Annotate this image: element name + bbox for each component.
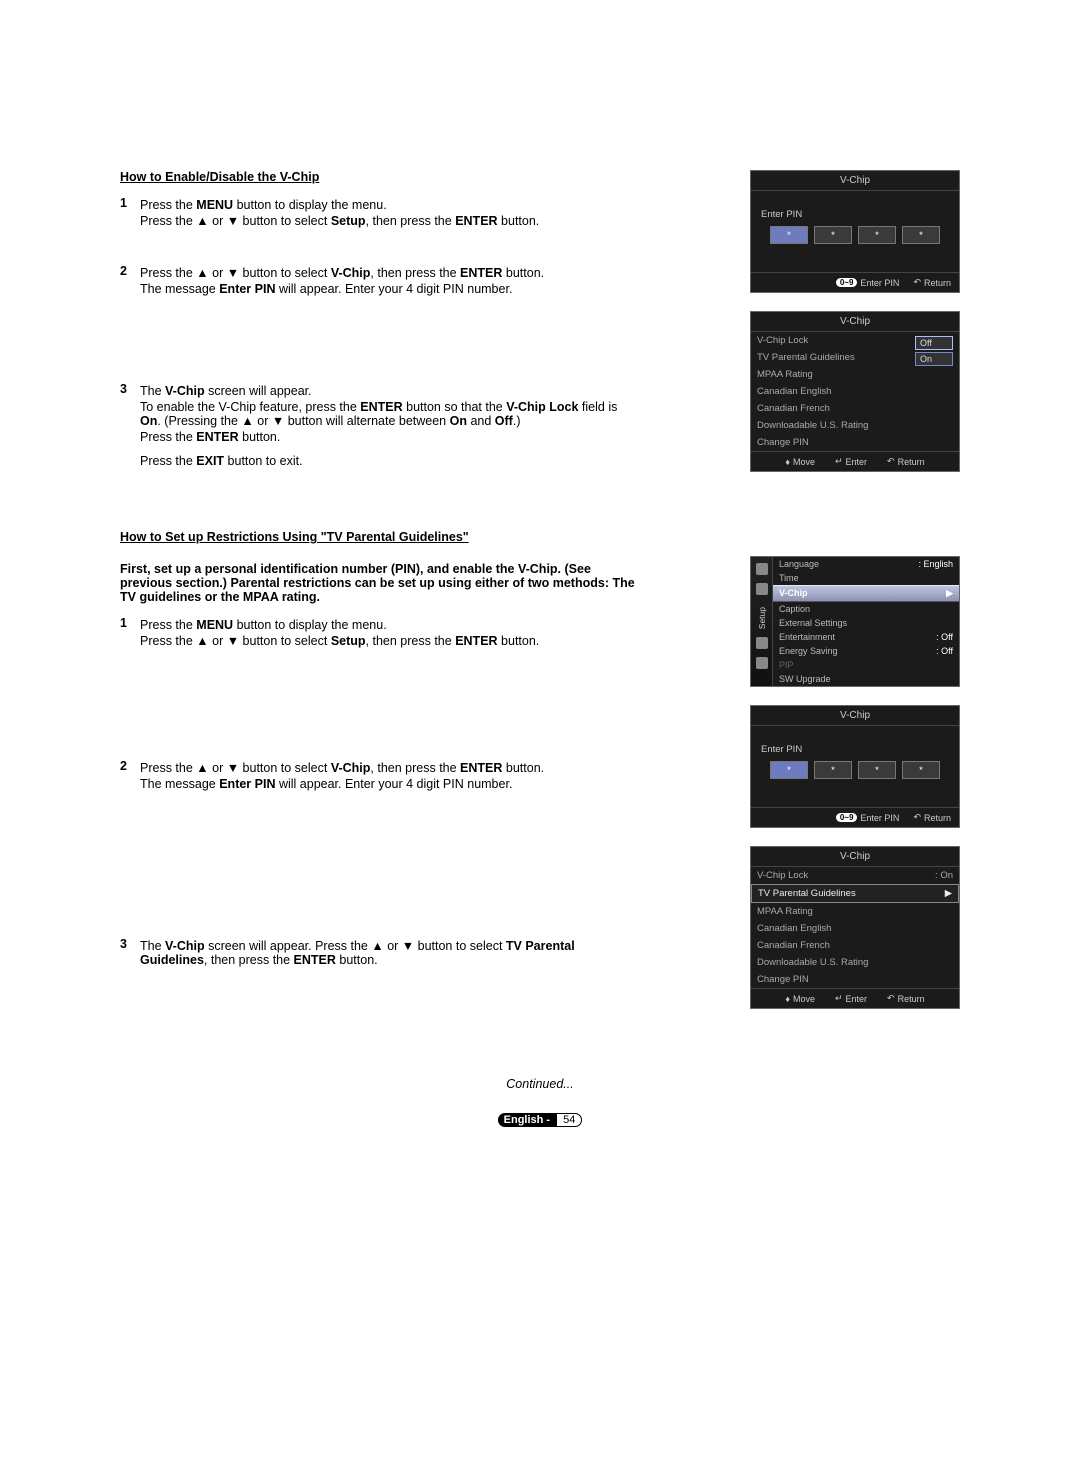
pin-digit[interactable]: * — [858, 761, 896, 779]
osd-title: V-Chip — [751, 171, 959, 191]
sidebar-icon — [756, 637, 768, 649]
return-icon: ↶ — [887, 993, 895, 1004]
badge-0-9: 0~9 — [836, 278, 858, 287]
move-icon: ♦ — [785, 457, 790, 467]
menu-item-mpaa[interactable]: MPAA Rating — [751, 366, 915, 383]
menu-item-vchip-lock[interactable]: V-Chip Lock — [751, 332, 915, 349]
menu-item-can-fr[interactable]: Canadian French — [751, 400, 915, 417]
pin-digit[interactable]: * — [902, 761, 940, 779]
section2-step2: 2 Press the ▲ or ▼ button to select V-Ch… — [120, 759, 640, 793]
page-footer: English - 54 — [120, 1113, 960, 1127]
section2-title: How to Set up Restrictions Using "TV Par… — [120, 530, 960, 544]
pin-digit[interactable]: * — [814, 226, 852, 244]
return-icon: ↶ — [887, 456, 895, 467]
setup-row[interactable]: V-Chip▶ — [773, 585, 959, 602]
section1-step1: 1 Press the MENU button to display the m… — [120, 196, 640, 230]
section2-intro: First, set up a personal identification … — [120, 562, 640, 604]
osd-enter-pin: V-Chip Enter PIN * * * * 0~9Enter PIN ↶R… — [750, 170, 960, 293]
step-number: 3 — [120, 382, 140, 470]
step-number: 3 — [120, 937, 140, 969]
menu-item-download-us[interactable]: Downloadable U.S. Rating — [751, 417, 915, 434]
continued-label: Continued... — [120, 1077, 960, 1091]
menu-item-tv-parental[interactable]: TV Parental Guidelines▶ — [751, 884, 959, 903]
setup-row[interactable]: PIP — [773, 658, 959, 672]
pin-digit[interactable]: * — [858, 226, 896, 244]
step-number: 2 — [120, 759, 140, 793]
step-number: 1 — [120, 616, 140, 650]
enter-pin-label: Enter PIN — [761, 744, 951, 755]
step-number: 1 — [120, 196, 140, 230]
setup-row[interactable]: Language: English — [773, 557, 959, 571]
return-icon: ↶ — [913, 277, 921, 288]
pin-digit[interactable]: * — [902, 226, 940, 244]
menu-item-download-us[interactable]: Downloadable U.S. Rating — [751, 954, 959, 971]
menu-item-vchip-lock[interactable]: V-Chip Lock: On — [751, 867, 959, 884]
setup-row[interactable]: SW Upgrade — [773, 672, 959, 686]
osd-vchip-parental: V-Chip V-Chip Lock: On TV Parental Guide… — [750, 846, 960, 1009]
sidebar-gear-icon — [756, 583, 768, 595]
menu-item-can-fr[interactable]: Canadian French — [751, 937, 959, 954]
setup-row[interactable]: Time — [773, 571, 959, 585]
pin-digit[interactable]: * — [770, 226, 808, 244]
enter-icon: ↵ — [835, 993, 843, 1004]
enter-icon: ↵ — [835, 456, 843, 467]
vchip-menu-list: V-Chip Lock: On TV Parental Guidelines▶ … — [751, 867, 959, 988]
step-number: 2 — [120, 264, 140, 298]
osd-vchip-lock: V-Chip V-Chip Lock TV Parental Guideline… — [750, 311, 960, 472]
menu-item-can-en[interactable]: Canadian English — [751, 383, 915, 400]
section2-step3: 3 The V-Chip screen will appear. Press t… — [120, 937, 640, 969]
menu-item-mpaa[interactable]: MPAA Rating — [751, 903, 959, 920]
move-icon: ♦ — [785, 994, 790, 1004]
badge-0-9: 0~9 — [836, 813, 858, 822]
section1-step3: 3 The V-Chip screen will appear. To enab… — [120, 382, 640, 470]
pin-digit[interactable]: * — [814, 761, 852, 779]
setup-sidebar: Setup — [751, 557, 773, 686]
osd-title: V-Chip — [751, 312, 959, 332]
return-icon: ↶ — [913, 812, 921, 823]
setup-list: Language: EnglishTimeV-Chip▶CaptionExter… — [773, 557, 959, 686]
sidebar-icon — [756, 563, 768, 575]
menu-item-change-pin[interactable]: Change PIN — [751, 971, 959, 988]
menu-item-change-pin[interactable]: Change PIN — [751, 434, 915, 451]
sidebar-label: Setup — [757, 607, 767, 629]
osd-enter-pin-2: V-Chip Enter PIN * * * * 0~9Enter PIN ↶R… — [750, 705, 960, 828]
value-on[interactable]: On — [915, 352, 953, 366]
chevron-right-icon: ▶ — [945, 888, 952, 899]
value-off[interactable]: Off — [915, 336, 953, 350]
menu-item-can-en[interactable]: Canadian English — [751, 920, 959, 937]
setup-row[interactable]: Caption — [773, 602, 959, 616]
sidebar-icon — [756, 657, 768, 669]
pin-input-row: * * * * — [759, 761, 951, 779]
pin-input-row: * * * * — [759, 226, 951, 244]
setup-row[interactable]: External Settings — [773, 616, 959, 630]
setup-row[interactable]: Energy Saving: Off — [773, 644, 959, 658]
pin-digit[interactable]: * — [770, 761, 808, 779]
osd-title: V-Chip — [751, 847, 959, 867]
manual-page: How to Enable/Disable the V-Chip 1 Press… — [0, 0, 1080, 1217]
section2-step1: 1 Press the MENU button to display the m… — [120, 616, 640, 650]
vchip-menu-list: V-Chip Lock TV Parental Guidelines MPAA … — [751, 332, 915, 451]
section1-title: How to Enable/Disable the V-Chip — [120, 170, 730, 184]
setup-row[interactable]: Entertainment: Off — [773, 630, 959, 644]
osd-title: V-Chip — [751, 706, 959, 726]
footer-lang: English - — [498, 1113, 556, 1127]
section1-step2: 2 Press the ▲ or ▼ button to select V-Ch… — [120, 264, 640, 298]
osd-setup-menu: Setup Language: EnglishTimeV-Chip▶Captio… — [750, 556, 960, 687]
menu-item-tv-parental[interactable]: TV Parental Guidelines — [751, 349, 915, 366]
footer-page-num: 54 — [556, 1113, 582, 1127]
enter-pin-label: Enter PIN — [761, 209, 951, 220]
